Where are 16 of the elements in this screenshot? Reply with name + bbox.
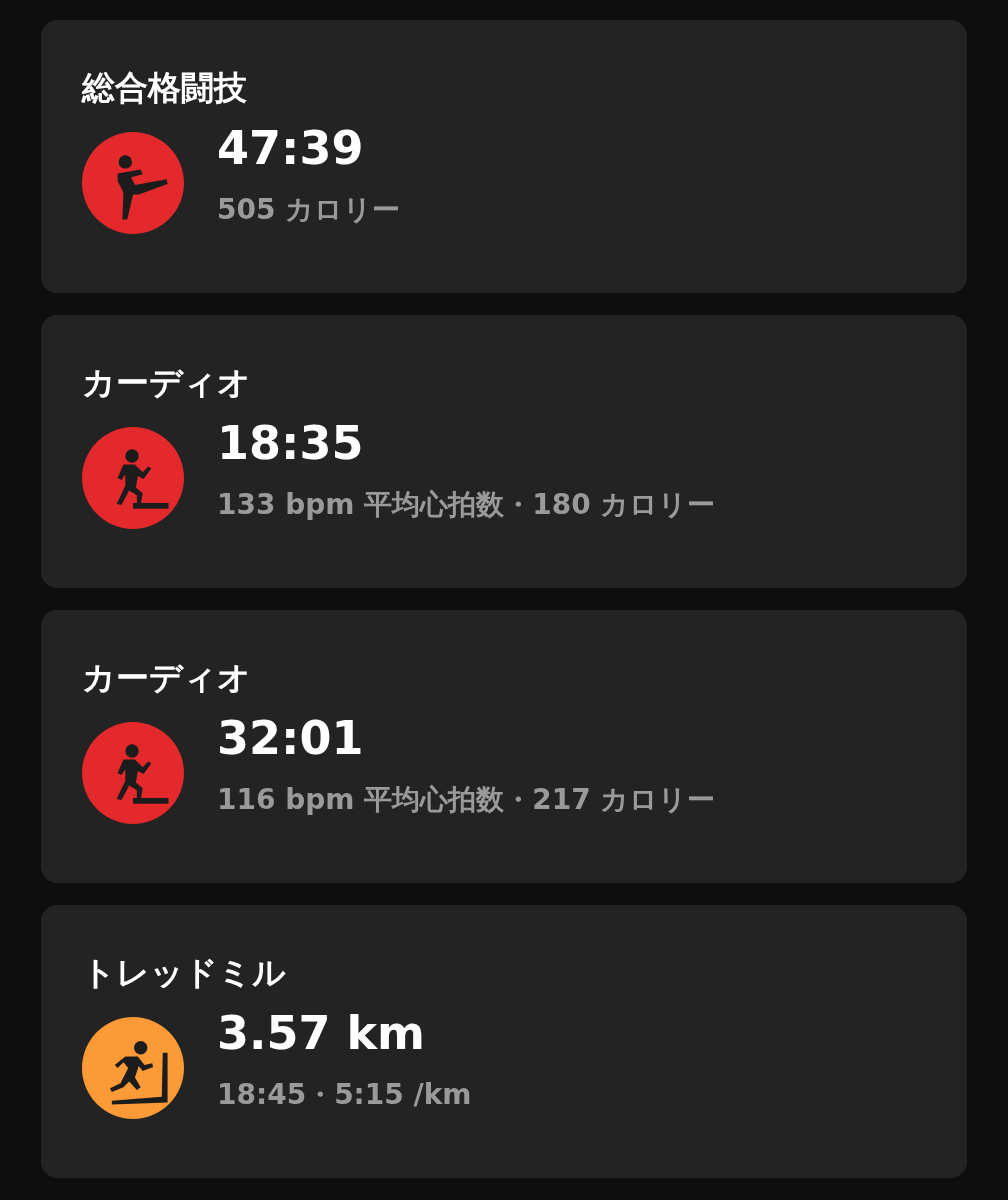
workout-detail: 133 bpm 平均心拍数・180 カロリー — [217, 487, 716, 523]
workout-card[interactable]: 総合格闘技 47:39 505 カロリー — [41, 20, 967, 293]
workout-detail: 116 bpm 平均心拍数・217 カロリー — [217, 782, 716, 818]
workout-card[interactable]: カーディオ 32:01 116 bpm 平均心拍数・217 カロリー — [41, 610, 967, 883]
workout-value: 18:35 — [217, 415, 364, 471]
workout-title: 総合格闘技 — [82, 68, 247, 108]
workout-card[interactable]: トレッドミル 3.57 km 18:45・5:15 /km — [41, 905, 967, 1178]
workout-card[interactable]: カーディオ 18:35 133 bpm 平均心拍数・180 カロリー — [41, 315, 967, 588]
workout-title: トレッドミル — [82, 953, 286, 993]
workout-detail: 505 カロリー — [217, 192, 401, 228]
workout-title: カーディオ — [82, 363, 251, 403]
workout-title: カーディオ — [82, 658, 251, 698]
workout-value: 32:01 — [217, 710, 364, 766]
workout-value: 3.57 km — [217, 1005, 426, 1061]
workout-detail: 18:45・5:15 /km — [217, 1077, 472, 1113]
workout-value: 47:39 — [217, 120, 364, 176]
